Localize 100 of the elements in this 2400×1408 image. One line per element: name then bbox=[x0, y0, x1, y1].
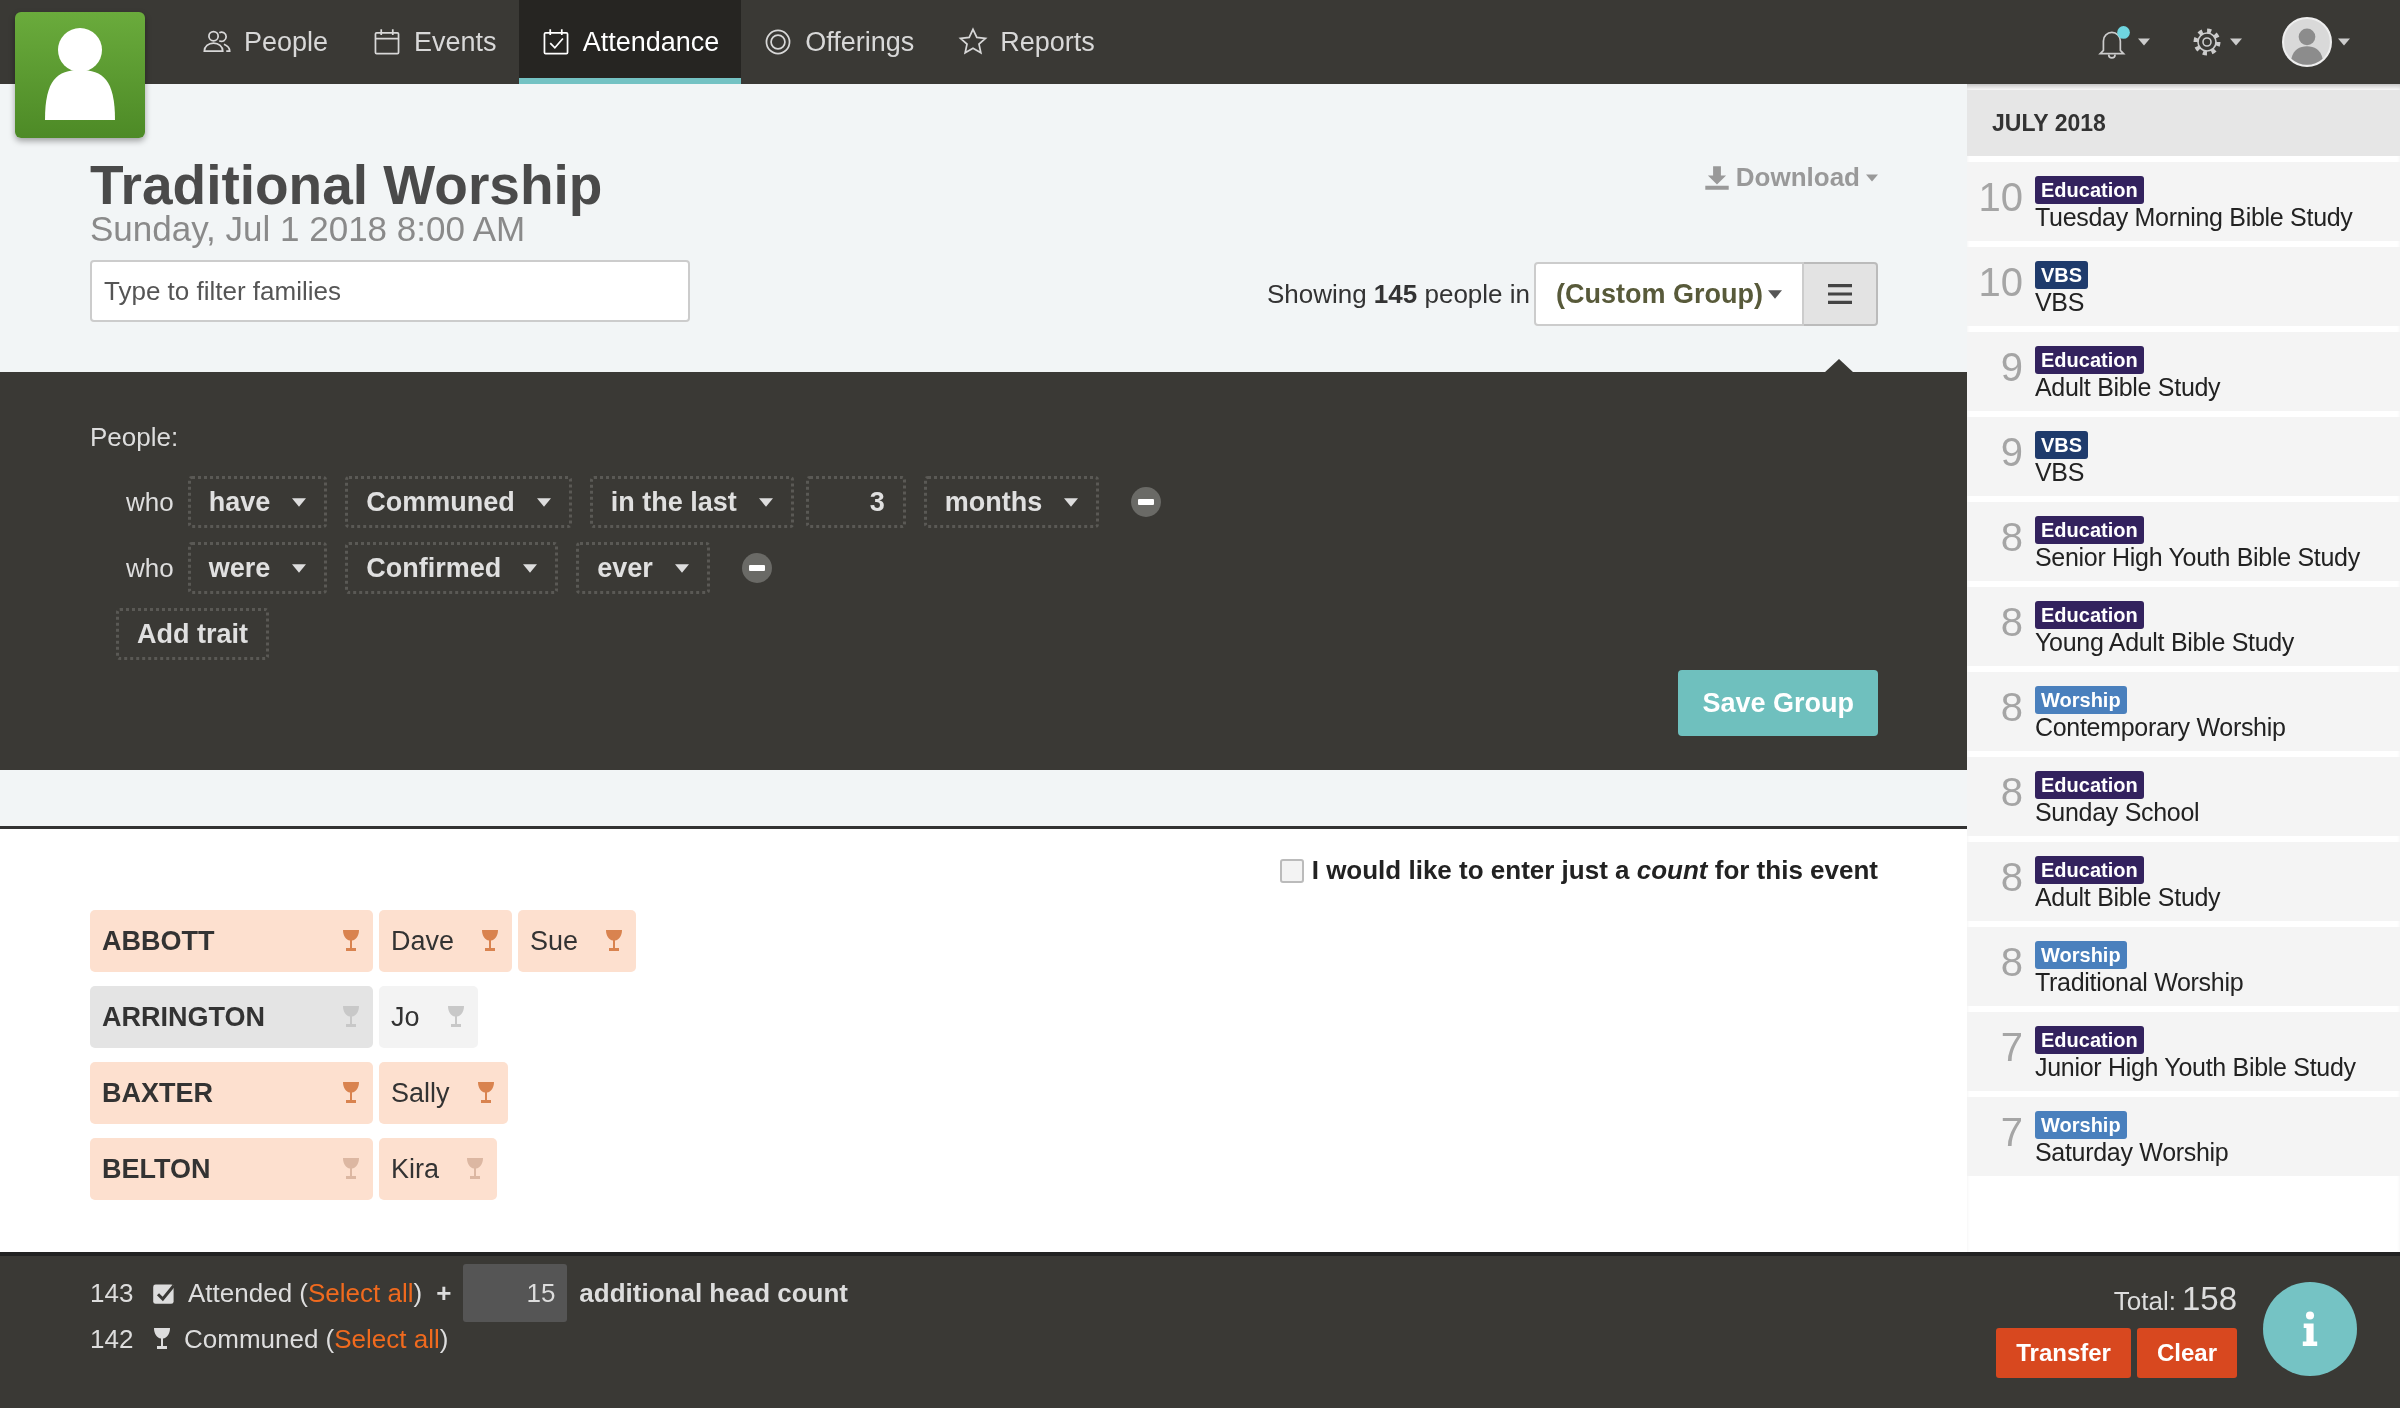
tally-label: Attended (Select all) bbox=[188, 1277, 423, 1309]
filter-field[interactable]: Type to filter families bbox=[90, 260, 690, 322]
event-day: 7 bbox=[1967, 1107, 2023, 1166]
month-heading: JULY 2018 bbox=[1967, 90, 2400, 156]
category-tag: VBS bbox=[2035, 431, 2089, 459]
trait-dropdown[interactable]: Confirmed bbox=[345, 542, 559, 594]
chalice-icon bbox=[480, 928, 501, 954]
event-name: Tuesday Morning Bible Study bbox=[2035, 204, 2353, 231]
family-chip[interactable]: BAXTER bbox=[90, 1062, 373, 1124]
event-item[interactable]: 8 Education Senior High Youth Bible Study bbox=[1967, 502, 2400, 581]
event-name: Sunday School bbox=[2035, 799, 2200, 826]
event-name: VBS bbox=[2035, 459, 2085, 486]
nav-tab[interactable]: Events bbox=[350, 0, 519, 84]
member-chip[interactable]: Sue bbox=[518, 910, 637, 972]
trait-prefix: who bbox=[126, 552, 174, 584]
member-chip[interactable]: Dave bbox=[379, 910, 513, 972]
trait-dropdown[interactable]: ever bbox=[576, 542, 710, 594]
showing-count: Showing 145 people in bbox=[1266, 278, 1530, 310]
event-day: 8 bbox=[1967, 852, 2023, 911]
info-icon bbox=[2301, 1311, 2319, 1347]
event-day: 8 bbox=[1967, 682, 2023, 741]
star-icon bbox=[958, 27, 989, 57]
category-tag: Worship bbox=[2035, 1111, 2127, 1139]
number-field[interactable]: 3 bbox=[805, 476, 906, 528]
chalice-icon bbox=[604, 928, 625, 954]
member-chip[interactable]: Kira bbox=[379, 1138, 497, 1200]
event-day: 7 bbox=[1967, 1022, 2023, 1081]
select-all-link[interactable]: Select all bbox=[334, 1323, 440, 1354]
trait-dropdown[interactable]: months bbox=[923, 476, 1100, 528]
event-name: Adult Bible Study bbox=[2035, 884, 2221, 911]
remove-button[interactable] bbox=[1131, 487, 1162, 517]
category-tag: Education bbox=[2035, 1026, 2144, 1054]
add-trait-button[interactable]: Add trait bbox=[116, 608, 269, 660]
caret-icon bbox=[523, 563, 538, 573]
chalice-icon bbox=[152, 1327, 172, 1351]
download-icon bbox=[1703, 164, 1730, 191]
event-day: 9 bbox=[1967, 342, 2023, 401]
caret-icon bbox=[758, 497, 773, 507]
member-chip[interactable]: Sally bbox=[379, 1062, 508, 1124]
family-chip[interactable]: ARRINGTON bbox=[90, 986, 373, 1048]
nav-tab[interactable]: Reports bbox=[936, 0, 1117, 84]
caret-icon bbox=[292, 563, 307, 573]
clear-button[interactable]: Clear bbox=[2136, 1328, 2237, 1378]
family-chip[interactable]: ABBOTT bbox=[90, 910, 373, 972]
caret-icon bbox=[1064, 497, 1079, 507]
category-tag: Worship bbox=[2035, 941, 2127, 969]
minus-icon bbox=[741, 553, 772, 583]
event-day: 8 bbox=[1967, 597, 2023, 656]
nav-tab[interactable]: People bbox=[180, 0, 351, 84]
caret-icon bbox=[674, 563, 689, 573]
category-tag: Education bbox=[2035, 601, 2144, 629]
trait-dropdown[interactable]: have bbox=[187, 476, 328, 528]
chalice-icon bbox=[465, 1156, 485, 1182]
minus-icon bbox=[1131, 487, 1162, 517]
select-all-link[interactable]: Select all bbox=[308, 1277, 414, 1308]
event-day: 8 bbox=[1967, 937, 2023, 996]
tally-label: Communed (Select all) bbox=[184, 1323, 449, 1355]
event-item[interactable]: 7 Education Junior High Youth Bible Study bbox=[1967, 1012, 2400, 1091]
event-day: 10 bbox=[1967, 257, 2023, 316]
trait-dropdown[interactable]: were bbox=[187, 542, 328, 594]
event-name: Contemporary Worship bbox=[2035, 714, 2286, 741]
group-dropdown[interactable]: (Custom Group) bbox=[1534, 262, 1804, 326]
tally-count: 142 bbox=[90, 1323, 135, 1355]
event-name: Young Adult Bible Study bbox=[2035, 629, 2295, 656]
caret-icon bbox=[2338, 38, 2350, 46]
menu-icon bbox=[1828, 284, 1852, 304]
family-chip[interactable]: BELTON bbox=[90, 1138, 373, 1200]
account-button[interactable] bbox=[2282, 17, 2350, 67]
logo-icon[interactable] bbox=[15, 12, 145, 138]
event-day: 8 bbox=[1967, 512, 2023, 571]
total-value: 158 bbox=[2181, 1280, 2237, 1318]
caret-icon bbox=[1866, 173, 1878, 182]
category-tag: Education bbox=[2035, 516, 2144, 544]
category-tag: VBS bbox=[2035, 261, 2089, 289]
count-checkbox[interactable] bbox=[1279, 858, 1304, 883]
category-tag: Education bbox=[2035, 771, 2144, 799]
nav-tab[interactable]: Attendance bbox=[518, 0, 742, 84]
event-item[interactable]: 10 Education Tuesday Morning Bible Study bbox=[1967, 162, 2400, 241]
event-day: 9 bbox=[1967, 427, 2023, 486]
trait-dropdown[interactable]: in the last bbox=[589, 476, 794, 528]
nav-tab[interactable]: Offerings bbox=[741, 0, 937, 84]
chalice-icon bbox=[341, 1080, 361, 1106]
category-tag: Education bbox=[2035, 176, 2144, 204]
caret-icon bbox=[2230, 38, 2242, 46]
event-name: Senior High Youth Bible Study bbox=[2035, 544, 2360, 571]
head-count-field[interactable]: 15 bbox=[463, 1264, 568, 1322]
menu-button[interactable] bbox=[1804, 262, 1878, 326]
panel-label: People: bbox=[90, 421, 180, 454]
chalice-icon bbox=[445, 1004, 466, 1030]
notifications-button[interactable] bbox=[2096, 24, 2150, 60]
category-tag: Education bbox=[2035, 346, 2144, 374]
category-tag: Education bbox=[2035, 856, 2144, 884]
event-name: VBS bbox=[2035, 289, 2085, 316]
trait-dropdown[interactable]: Communed bbox=[345, 476, 572, 528]
chalice-icon bbox=[475, 1080, 496, 1106]
member-chip[interactable]: Jo bbox=[379, 986, 478, 1048]
tally-count: 143 bbox=[90, 1277, 135, 1309]
trait-prefix: who bbox=[126, 486, 174, 518]
transfer-button[interactable]: Transfer bbox=[1996, 1328, 2131, 1378]
remove-button[interactable] bbox=[741, 553, 772, 583]
